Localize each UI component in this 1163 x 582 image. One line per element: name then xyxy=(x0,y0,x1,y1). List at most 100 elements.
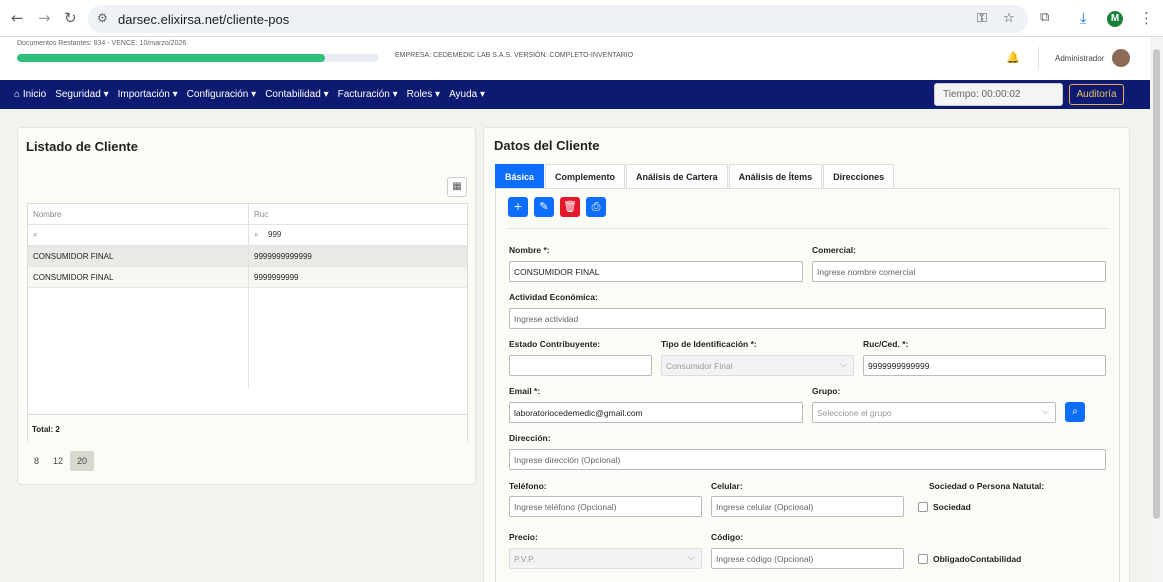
audit-button[interactable]: Auditoría xyxy=(1069,84,1124,105)
search-icon: ⌕ xyxy=(254,230,259,239)
app-header: Documentos Restantes: 834 - VENCE: 10/ma… xyxy=(0,37,1150,80)
site-info-icon[interactable]: ⚙ xyxy=(97,11,108,25)
docs-remaining-text: Documentos Restantes: 834 - VENCE: 10/ma… xyxy=(17,40,187,47)
nav-item-roles[interactable]: Roles ▾ xyxy=(407,89,440,100)
caret-down-icon: ▾ xyxy=(480,89,486,100)
email-input[interactable]: laboratoriocedemedic@gmail.com xyxy=(509,402,803,423)
user-name[interactable]: Administrador xyxy=(1055,54,1104,63)
caret-down-icon: ▾ xyxy=(251,89,257,100)
page-size-option[interactable]: 8 xyxy=(27,451,46,471)
nav-item-ayuda[interactable]: Ayuda ▾ xyxy=(449,89,485,100)
label-actividad: Actividad Económica: xyxy=(509,292,598,302)
label-sociedad-persona: Sociedad o Persona Natutal: xyxy=(929,481,1045,491)
estado-contribuyente-input[interactable] xyxy=(509,355,652,376)
nav-item-seguridad[interactable]: Seguridad ▾ xyxy=(55,89,108,100)
precio-select[interactable]: P.V.P. ⌵ xyxy=(509,548,702,569)
home-icon: ⌂ xyxy=(14,89,21,100)
label-telefono: Teléfono: xyxy=(509,481,547,491)
star-icon[interactable]: ☆ xyxy=(1003,11,1015,26)
tipo-identificacion-value: Consumidor Final xyxy=(666,361,733,371)
direccion-input[interactable]: Ingrese dirección (Opcional) xyxy=(509,449,1106,470)
label-nombre: Nombre *: xyxy=(509,245,550,255)
search-icon: ⌕ xyxy=(33,230,38,239)
column-header-ruc[interactable]: Ruc xyxy=(254,210,268,219)
obligado-contabilidad-checkbox[interactable] xyxy=(918,554,928,564)
nav-item-inicio[interactable]: ⌂ Inicio xyxy=(14,89,46,100)
nav-item-configuracion[interactable]: Configuración ▾ xyxy=(187,89,257,100)
caret-down-icon: ▾ xyxy=(172,89,178,100)
nav-item-contabilidad[interactable]: Contabilidad ▾ xyxy=(265,89,328,100)
grupo-placeholder: Seleccione el grupo xyxy=(817,408,892,418)
tab-basica[interactable]: Básica xyxy=(495,164,545,188)
label-email: Email *: xyxy=(509,386,541,396)
add-button[interactable]: + xyxy=(508,197,528,217)
browser-toolbar: ← → ↻ ⚙ darsec.elixirsa.net/cliente-pos … xyxy=(0,0,1163,37)
sociedad-checkbox[interactable] xyxy=(918,502,928,512)
column-header-nombre[interactable]: Nombre xyxy=(33,210,61,219)
user-avatar[interactable] xyxy=(1112,49,1130,67)
panel-divider xyxy=(507,228,1110,229)
page-size-option[interactable]: 12 xyxy=(46,451,70,471)
bell-icon[interactable]: 🔔 xyxy=(1006,51,1020,64)
menu-dots-icon[interactable]: ⋮ xyxy=(1139,10,1154,26)
profile-avatar[interactable]: M xyxy=(1107,11,1123,27)
empresa-text: EMPRESA: CEDEMEDIC LAB S.A.S. VERSIÓN: C… xyxy=(395,52,634,59)
sociedad-label: Sociedad xyxy=(933,502,971,512)
search-grupo-button[interactable]: ⌕ xyxy=(1065,402,1085,422)
main-menu: ⌂ Inicio Seguridad ▾ Importación ▾ Confi… xyxy=(14,89,485,100)
docs-progress-bar xyxy=(17,54,379,62)
nav-item-facturacion[interactable]: Facturación ▾ xyxy=(338,89,398,100)
address-bar[interactable]: ⚙ darsec.elixirsa.net/cliente-pos ⚿ ☆ xyxy=(88,5,1028,33)
edit-icon: ✎ xyxy=(539,200,549,213)
caret-down-icon: ▾ xyxy=(323,89,329,100)
precio-value: P.V.P. xyxy=(514,554,536,564)
scrollbar-thumb[interactable] xyxy=(1153,49,1160,519)
extensions-icon[interactable]: ⧉ xyxy=(1040,10,1049,26)
ruc-input[interactable]: 9999999999999 xyxy=(863,355,1106,376)
label-direccion: Dirección: xyxy=(509,433,551,443)
filter-ruc-input[interactable]: 999 xyxy=(268,230,281,239)
delete-button[interactable]: 🗑 xyxy=(560,197,580,217)
codigo-input[interactable]: Ingrese código (Opcional) xyxy=(711,548,904,569)
form-tabs: Básica Complemento Análisis de Cartera A… xyxy=(495,164,895,188)
download-icon[interactable]: ⤓ xyxy=(1080,10,1087,26)
grupo-select[interactable]: Seleccione el grupo ⌵ xyxy=(812,402,1056,423)
nav-item-importacion[interactable]: Importación ▾ xyxy=(118,89,178,100)
tab-direcciones[interactable]: Direcciones xyxy=(823,164,895,188)
nombre-input[interactable]: CONSUMIDOR FINAL xyxy=(509,261,803,282)
tab-analisis-items[interactable]: Análisis de Ítems xyxy=(728,164,823,188)
label-codigo: Código: xyxy=(711,532,744,542)
session-timer: Tiempo: 00:00:02 xyxy=(934,83,1063,106)
forward-icon[interactable]: → xyxy=(38,10,51,26)
label-grupo: Grupo: xyxy=(812,386,841,396)
label-precio: Precio: xyxy=(509,532,538,542)
search-icon: ⌕ xyxy=(1072,406,1078,417)
back-icon[interactable]: ← xyxy=(11,10,24,26)
tipo-identificacion-select[interactable]: Consumidor Final ⌵ xyxy=(661,355,854,376)
client-form-title: Datos del Cliente xyxy=(494,138,600,153)
edit-button[interactable]: ✎ xyxy=(534,197,554,217)
actividad-input[interactable]: Ingrese actividad xyxy=(509,308,1106,329)
celular-input[interactable]: Ingrese celular (Opcional) xyxy=(711,496,904,517)
url-text[interactable]: darsec.elixirsa.net/cliente-pos xyxy=(118,12,289,27)
page-size-selector: 8 12 20 xyxy=(27,451,95,471)
label-estado-contribuyente: Estado Contribuyente: xyxy=(509,339,601,349)
comercial-input[interactable]: Ingrese nombre comercial xyxy=(812,261,1106,282)
print-button[interactable]: ⎙ xyxy=(586,197,606,217)
key-icon[interactable]: ⚿ xyxy=(977,11,987,26)
reload-icon[interactable]: ↻ xyxy=(64,10,77,26)
caret-down-icon: ▾ xyxy=(392,89,398,100)
calculator-icon[interactable]: ▦ xyxy=(447,177,467,197)
chevron-down-icon: ⌵ xyxy=(688,553,695,563)
cell-nombre: CONSUMIDOR FINAL xyxy=(33,273,114,282)
client-list-title: Listado de Cliente xyxy=(26,139,138,154)
page-scrollbar[interactable] xyxy=(1150,37,1163,582)
tab-complemento[interactable]: Complemento xyxy=(545,164,626,188)
chevron-down-icon: ⌵ xyxy=(1042,407,1049,417)
telefono-input[interactable]: Ingrese teléfono (Opcional) xyxy=(509,496,702,517)
page-size-option-active[interactable]: 20 xyxy=(70,451,95,471)
tab-analisis-cartera[interactable]: Análisis de Cartera xyxy=(626,164,728,188)
trash-icon: 🗑 xyxy=(563,200,577,213)
client-grid: Nombre Ruc ⌕ ⌕ 999 CONSUMIDOR FINAL 9999… xyxy=(27,203,468,443)
printer-icon: ⎙ xyxy=(591,200,601,213)
